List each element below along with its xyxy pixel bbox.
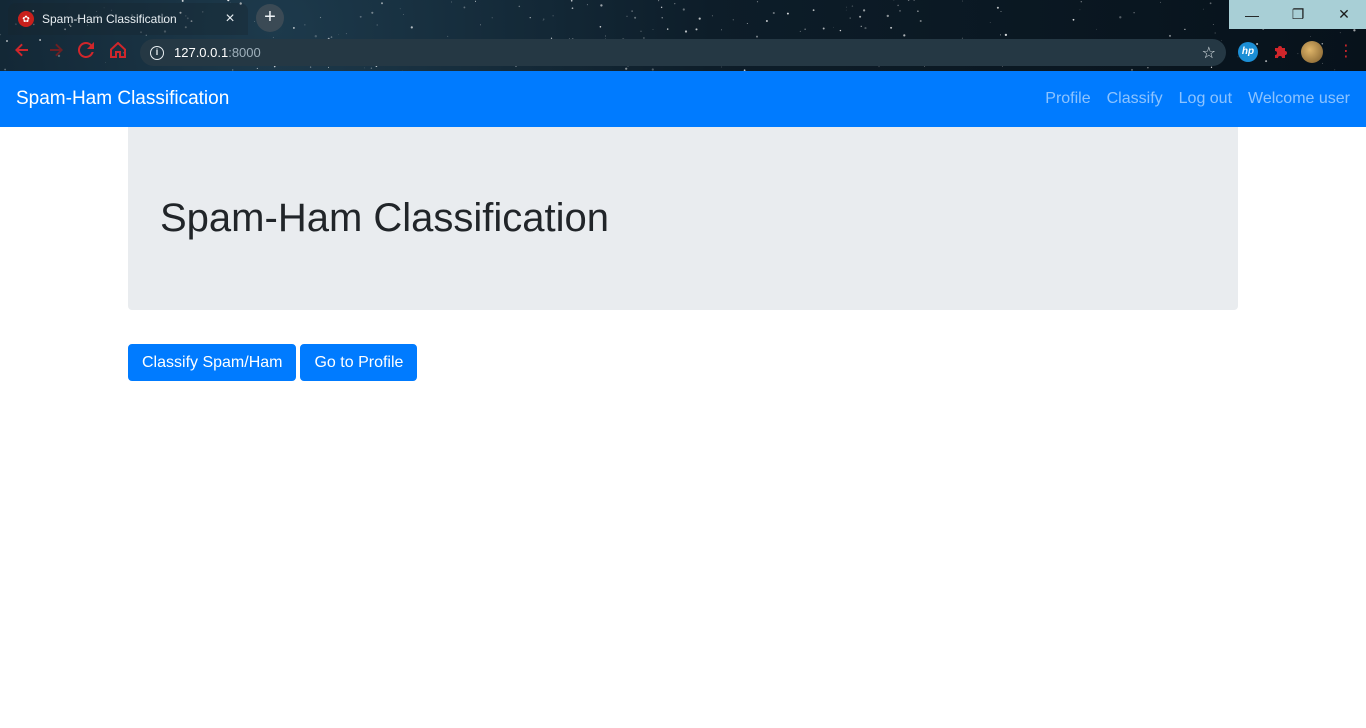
go-to-profile-button[interactable]: Go to Profile [300,344,418,381]
nav-link-profile[interactable]: Profile [1045,90,1090,108]
site-navbar: Spam-Ham Classification Profile Classify… [0,71,1366,127]
window-close-button[interactable]: ✕ [1321,0,1366,29]
back-arrow-icon[interactable] [10,42,34,64]
page-title: Spam-Ham Classification [160,196,610,240]
action-buttons: Classify Spam/Ham Go to Profile [128,344,418,381]
tab-title: Spam-Ham Classification [42,12,177,26]
jumbotron: Spam-Ham Classification [128,127,1238,310]
nav-link-classify[interactable]: Classify [1107,90,1163,108]
url-text[interactable]: 127.0.0.1:8000 [174,45,1192,60]
bookmark-star-icon[interactable]: ☆ [1202,43,1216,63]
address-bar[interactable]: i 127.0.0.1:8000 ☆ [140,39,1226,66]
tab-favicon-icon: ✿ [18,11,34,27]
browser-tab[interactable]: ✿ Spam-Ham Classification × [8,3,248,35]
navbar-links: Profile Classify Log out Welcome user [1045,90,1350,108]
nav-link-logout[interactable]: Log out [1179,90,1232,108]
hp-extension-icon[interactable]: hp [1238,42,1258,62]
home-icon[interactable] [106,41,130,64]
puzzle-extension-icon[interactable] [1270,42,1290,62]
classify-spam-ham-button[interactable]: Classify Spam/Ham [128,344,297,381]
navbar-brand[interactable]: Spam-Ham Classification [16,88,1045,110]
window-minimize-button[interactable]: — [1229,0,1275,29]
tab-close-icon[interactable]: × [222,11,238,27]
site-info-icon[interactable]: i [150,45,164,60]
browser-chrome: ✿ Spam-Ham Classification × + — ❐ ✕ i 12… [0,0,1366,71]
nav-link-welcome-user[interactable]: Welcome user [1248,90,1350,108]
new-tab-button[interactable]: + [256,4,284,32]
forward-arrow-icon[interactable] [44,42,68,64]
url-host: 127.0.0.1 [174,45,229,60]
profile-avatar-icon[interactable] [1301,41,1323,63]
window-restore-button[interactable]: ❐ [1275,0,1321,29]
url-port: :8000 [228,45,261,60]
browser-menu-icon[interactable]: ⋮ [1336,42,1356,62]
reload-icon[interactable] [74,41,98,64]
